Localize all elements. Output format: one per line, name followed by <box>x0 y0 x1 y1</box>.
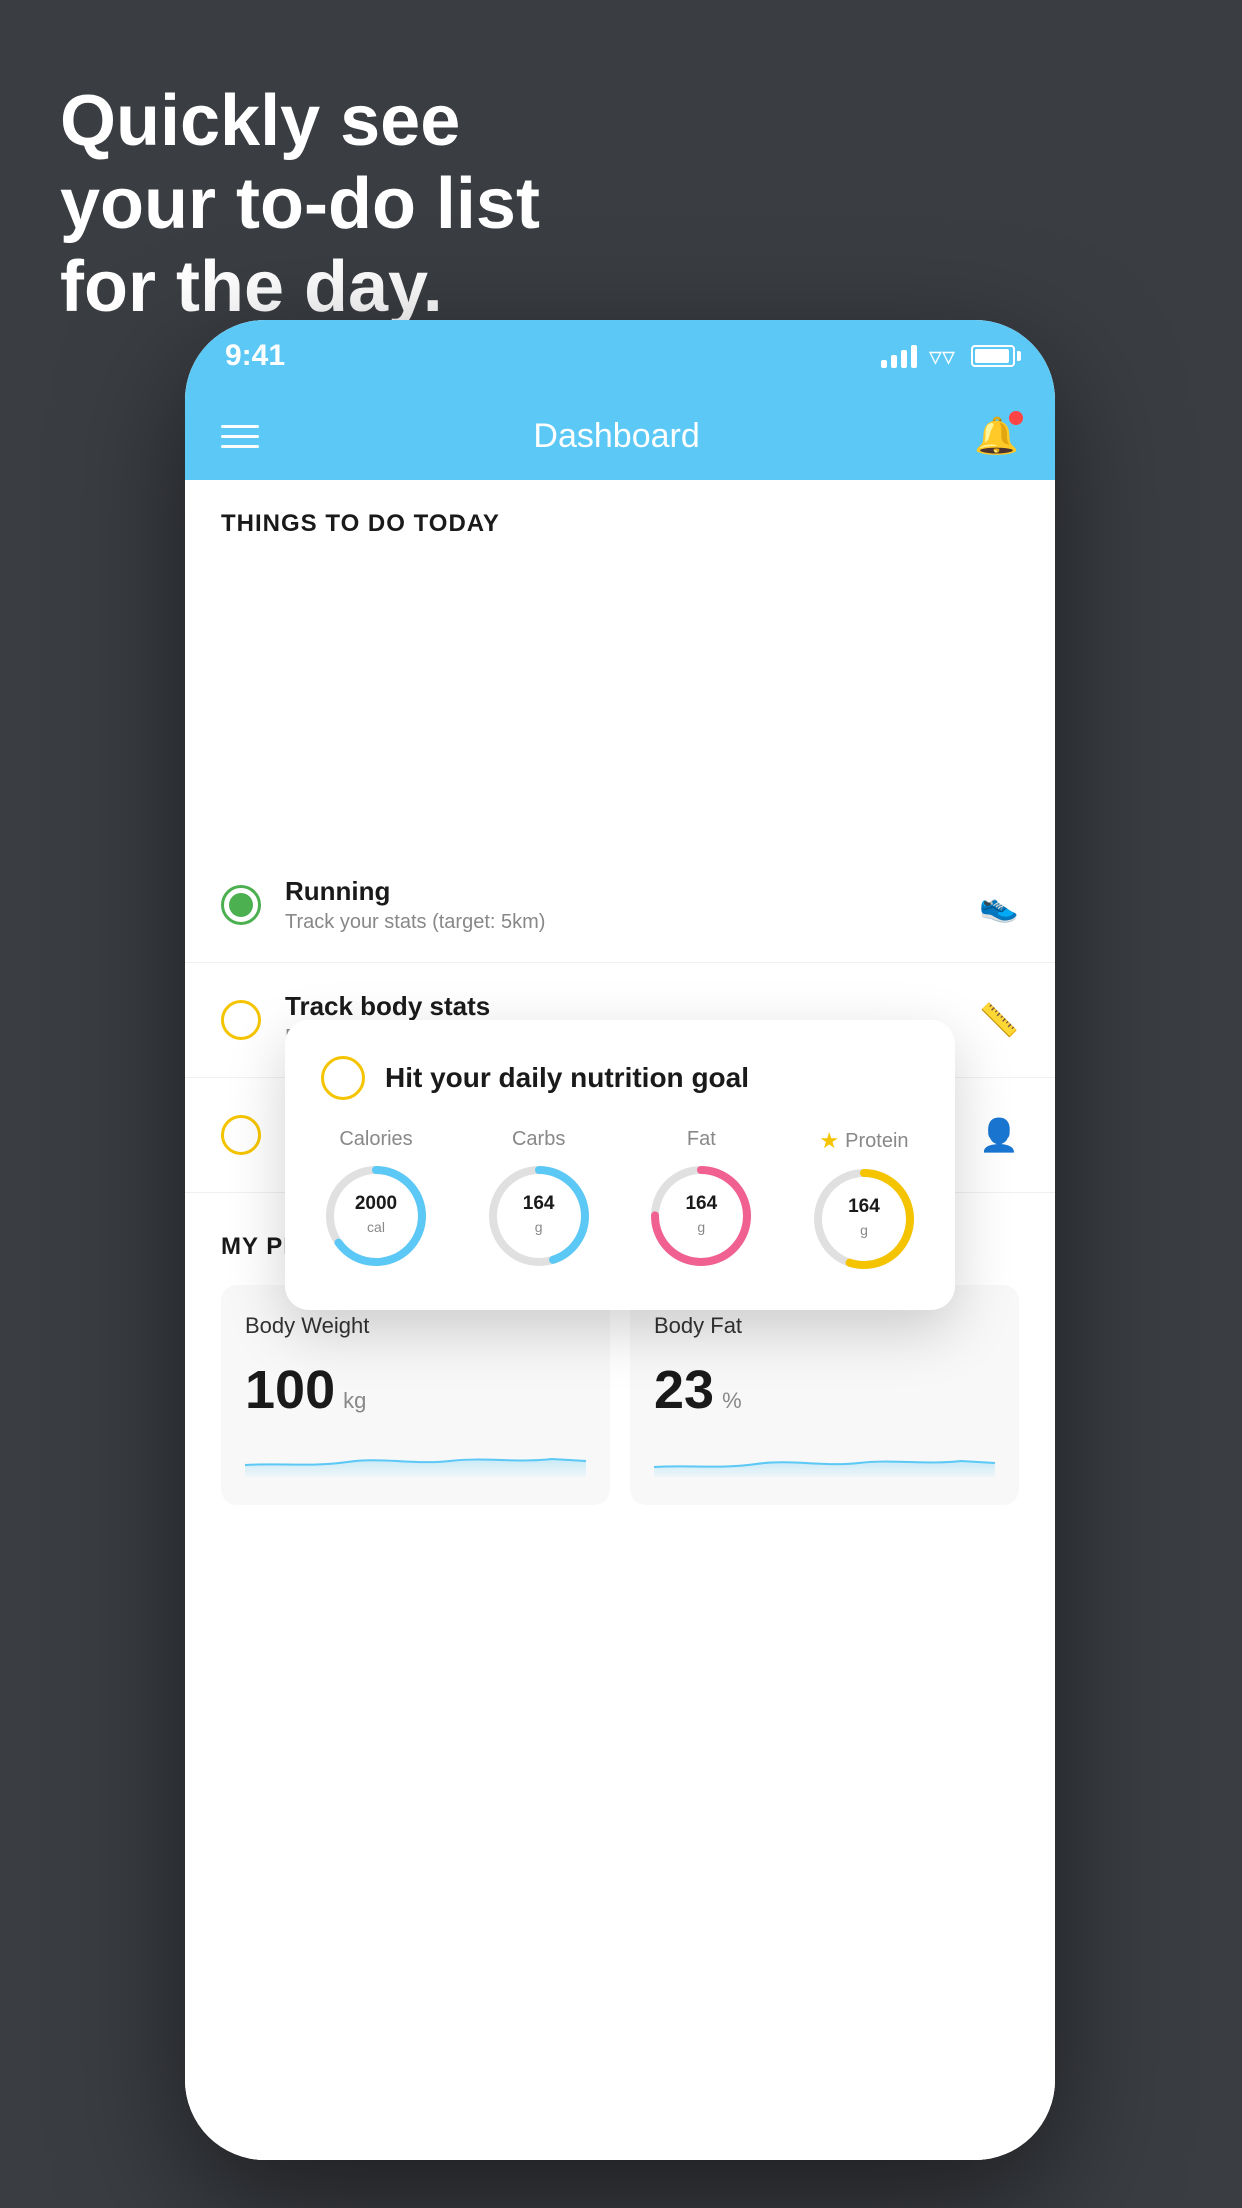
todo-check-bodystats[interactable] <box>221 1000 261 1040</box>
nav-title: Dashboard <box>533 417 699 456</box>
star-icon: ★ <box>819 1128 839 1154</box>
scale-icon: 📏 <box>979 1001 1019 1039</box>
shoe-icon: 👟 <box>979 886 1019 924</box>
body-weight-unit: kg <box>343 1388 366 1414</box>
signal-icon <box>881 344 917 368</box>
list-item[interactable]: Running Track your stats (target: 5km) 👟 <box>185 848 1055 963</box>
nutrition-card-title: Hit your daily nutrition goal <box>385 1062 749 1094</box>
calories-label: Calories <box>339 1128 412 1151</box>
nutrition-goal-card: Hit your daily nutrition goal Calories 2… <box>285 1020 955 1310</box>
todo-sub-running: Track your stats (target: 5km) <box>285 911 955 934</box>
phone-frame: 9:41 ▿▿ Dashboard <box>185 320 1055 2160</box>
todo-check-photos[interactable] <box>221 1115 261 1155</box>
progress-cards: Body Weight 100 kg <box>221 1285 1019 1505</box>
hamburger-menu-button[interactable] <box>221 425 259 448</box>
nutrition-fat: Fat 164g <box>646 1128 756 1274</box>
hero-text: Quickly see your to-do list for the day. <box>60 80 540 328</box>
todo-title-bodystats: Track body stats <box>285 991 955 1022</box>
todo-check-running[interactable] <box>221 885 261 925</box>
body-fat-card[interactable]: Body Fat 23 % <box>630 1285 1019 1505</box>
nutrition-calories: Calories 2000cal <box>321 1128 431 1274</box>
carbs-ring: 164g <box>484 1161 594 1271</box>
body-weight-card[interactable]: Body Weight 100 kg <box>221 1285 610 1505</box>
notification-dot <box>1009 411 1023 425</box>
hero-line2: your to-do list <box>60 163 540 246</box>
things-to-do-header: THINGS TO DO TODAY <box>185 480 1055 558</box>
status-icons: ▿▿ <box>881 341 1015 372</box>
body-weight-title: Body Weight <box>245 1313 586 1339</box>
calories-ring: 2000cal <box>321 1161 431 1271</box>
nutrition-carbs: Carbs 164g <box>484 1128 594 1274</box>
phone-scroll-area: THINGS TO DO TODAY Running Track your st… <box>185 480 1055 2160</box>
nav-bar: Dashboard 🔔 <box>185 392 1055 480</box>
status-bar: 9:41 ▿▿ <box>185 320 1055 392</box>
person-icon: 👤 <box>979 1116 1019 1154</box>
protein-label: ★ Protein <box>819 1128 908 1154</box>
body-fat-value: 23 <box>654 1359 714 1421</box>
status-time: 9:41 <box>225 339 285 373</box>
nutrition-row: Calories 2000cal Carbs <box>321 1128 919 1274</box>
body-weight-value: 100 <box>245 1359 335 1421</box>
body-weight-chart <box>245 1437 586 1477</box>
hero-line3: for the day. <box>60 246 540 329</box>
bell-icon[interactable]: 🔔 <box>974 415 1019 457</box>
todo-title-running: Running <box>285 876 955 907</box>
fat-ring: 164g <box>646 1161 756 1271</box>
carbs-label: Carbs <box>512 1128 565 1151</box>
nutrition-protein: ★ Protein 164g <box>809 1128 919 1274</box>
hero-line1: Quickly see <box>60 80 540 163</box>
battery-icon <box>971 345 1015 367</box>
nutrition-check-circle[interactable] <box>321 1056 365 1100</box>
body-fat-chart <box>654 1437 995 1477</box>
body-fat-unit: % <box>722 1388 742 1414</box>
fat-label: Fat <box>687 1128 716 1151</box>
protein-ring: 164g <box>809 1164 919 1274</box>
body-fat-title: Body Fat <box>654 1313 995 1339</box>
wifi-icon: ▿▿ <box>929 341 955 372</box>
